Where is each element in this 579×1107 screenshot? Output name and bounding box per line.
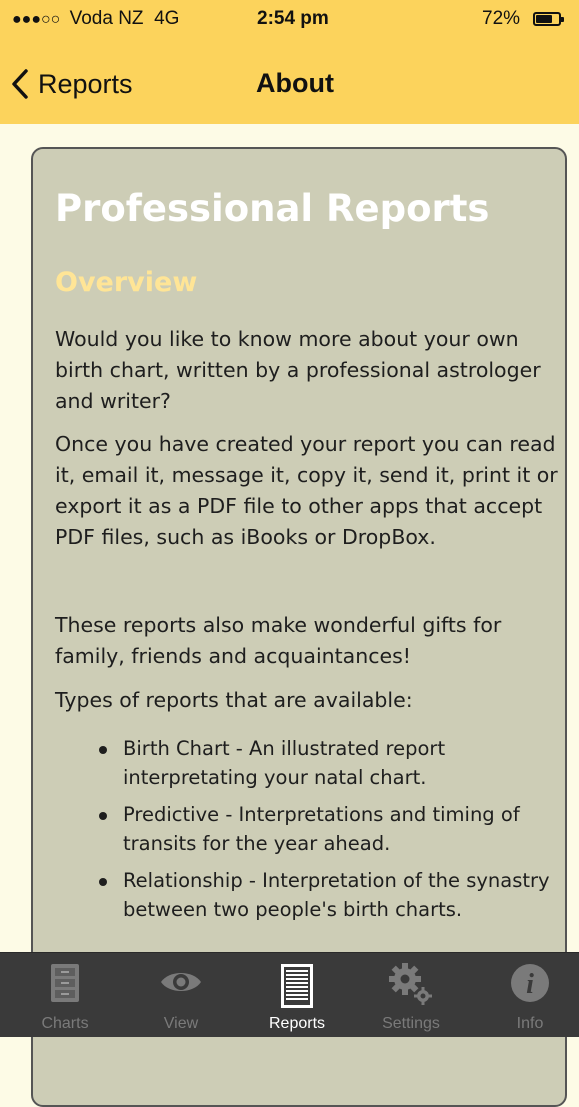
gears-icon: [389, 963, 432, 1005]
tab-label: View: [163, 1015, 199, 1032]
chevron-left-icon: [12, 69, 28, 99]
back-button[interactable]: Reports: [10, 66, 133, 102]
card-title: Professional Reports: [55, 187, 490, 230]
tab-info[interactable]: i Info: [475, 953, 579, 1037]
list-item: Relationship - Interpretation of the syn…: [55, 866, 555, 924]
list-item: Birth Chart - An illustrated report inte…: [55, 734, 555, 792]
signal-strength-icon: ●●●○○: [12, 11, 61, 28]
features-paragraph: Once you have created your report you ca…: [55, 432, 558, 549]
tab-charts[interactable]: Charts: [10, 953, 120, 1037]
carrier-info: ●●●○○ Voda NZ 4G: [12, 8, 179, 30]
bullet-icon: [99, 878, 107, 886]
list-item-text: Predictive - Interpretations and timing …: [123, 803, 520, 855]
back-button-label: Reports: [38, 68, 133, 99]
eye-icon: [161, 973, 201, 991]
tab-view[interactable]: View: [126, 953, 236, 1037]
intro-paragraph: Would you like to know more about your o…: [55, 327, 541, 413]
list-item-text: Birth Chart - An illustrated report inte…: [123, 737, 446, 789]
network-type: 4G: [154, 8, 180, 29]
status-time: 2:54 pm: [257, 8, 329, 29]
carrier-name: Voda NZ: [69, 8, 144, 29]
list-item: Predictive - Interpretations and timing …: [55, 800, 555, 858]
document-icon: [281, 964, 313, 1008]
bullet-icon: [99, 746, 107, 754]
tab-label: Info: [516, 1015, 544, 1032]
file-cabinet-icon: [51, 964, 79, 1002]
report-types-intro: Types of reports that are available:: [55, 688, 413, 712]
section-heading: Overview: [55, 267, 198, 298]
navigation-bar: Reports About: [0, 40, 579, 124]
tab-label: Settings: [382, 1015, 440, 1032]
tab-reports[interactable]: Reports: [242, 953, 352, 1037]
tab-label: Charts: [41, 1015, 89, 1032]
status-bar: ●●●○○ Voda NZ 4G 2:54 pm 72%: [0, 0, 579, 40]
bullet-icon: [99, 812, 107, 820]
list-item-text: Relationship - Interpretation of the syn…: [123, 869, 550, 921]
battery-icon: [533, 12, 564, 26]
svg-text:i: i: [526, 969, 534, 1000]
tab-bar: Charts View Reports Settings i Info: [0, 952, 579, 1037]
battery-percentage: 72%: [482, 8, 521, 29]
tab-settings[interactable]: Settings: [356, 953, 466, 1037]
tab-label: Reports: [268, 1015, 326, 1032]
report-types-list: Birth Chart - An illustrated report inte…: [55, 734, 555, 932]
page-title: About: [256, 68, 334, 98]
gifts-paragraph: These reports also make wonderful gifts …: [55, 613, 502, 668]
info-icon: i: [511, 964, 549, 1002]
